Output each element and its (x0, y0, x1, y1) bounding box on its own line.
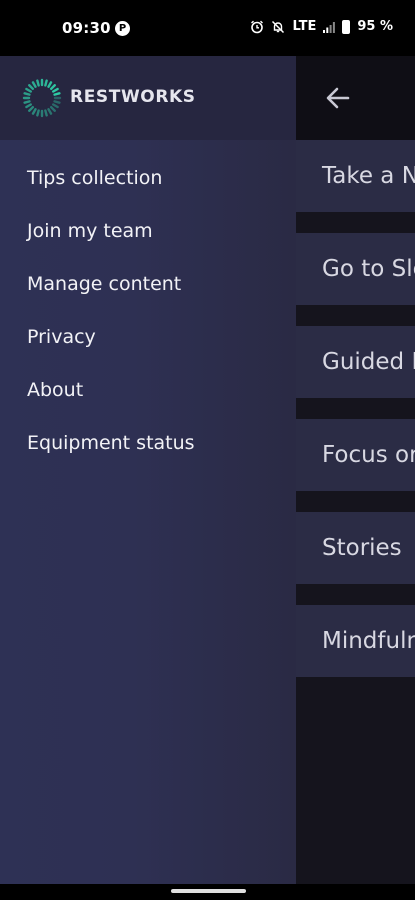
navigation-drawer: RESTWORKS Tips collection Join my team M… (0, 56, 296, 884)
signal-icon (323, 21, 336, 33)
menu-item-privacy[interactable]: Privacy (0, 311, 296, 364)
drawer-header: RESTWORKS (0, 56, 296, 140)
app-notification-icon: P (115, 21, 130, 36)
battery-icon (342, 19, 351, 34)
list-item[interactable]: Take a N (296, 140, 415, 212)
list-item-label: Mindfuln (322, 628, 415, 654)
drawer-menu: Tips collection Join my team Manage cont… (0, 152, 296, 470)
system-nav-bar (0, 884, 415, 900)
list-item-label: Stories (322, 535, 402, 561)
network-label: LTE (292, 19, 317, 34)
list-item-label: Focus or (322, 442, 415, 468)
status-time: 09:30 (62, 19, 111, 37)
list-item-label: Guided I (322, 349, 415, 375)
home-gesture-handle[interactable] (171, 889, 246, 893)
battery-level: 95 % (357, 19, 393, 34)
list-item[interactable]: Guided I (296, 326, 415, 398)
list-item-label: Go to Sle (322, 256, 415, 282)
menu-item-tips-collection[interactable]: Tips collection (0, 152, 296, 205)
restworks-logo-icon (22, 78, 62, 118)
list-item[interactable]: Go to Sle (296, 233, 415, 305)
menu-item-equipment-status[interactable]: Equipment status (0, 417, 296, 470)
alarm-icon (251, 20, 264, 33)
list-item[interactable]: Mindfuln (296, 605, 415, 677)
list-item[interactable]: Stories (296, 512, 415, 584)
screen: 09:30 P LTE 95 % Take a N Go to Sl Guide… (0, 0, 415, 900)
menu-item-join-my-team[interactable]: Join my team (0, 205, 296, 258)
notifications-off-icon (272, 20, 285, 33)
menu-item-manage-content[interactable]: Manage content (0, 258, 296, 311)
status-bar: 09:30 P LTE 95 % (0, 0, 415, 56)
list-item-label: Take a N (322, 163, 415, 189)
list-item[interactable]: Focus or (296, 419, 415, 491)
menu-item-about[interactable]: About (0, 364, 296, 417)
arrow-left-icon[interactable] (324, 84, 352, 112)
status-icons: LTE 95 % (250, 19, 393, 34)
brand-name: RESTWORKS (70, 87, 196, 107)
